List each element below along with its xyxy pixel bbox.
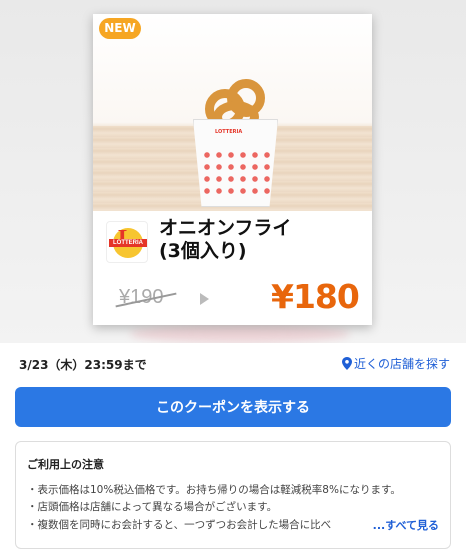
show-coupon-button[interactable]: このクーポンを表示する	[15, 387, 451, 427]
coupon-details: 3/23（木）23:59まで 近くの店舗を探す このクーポンを表示する ご利用上…	[0, 343, 466, 559]
coupon-hero: LOTTERIA NEW L LOTTERIA オニオンフライ (3個入り) ¥…	[0, 0, 466, 343]
new-badge: NEW	[99, 18, 141, 39]
note-line: ・表示価格は10%税込価格です。お持ち帰りの場合は軽減税率8%になります。	[27, 484, 401, 496]
coupon-card[interactable]: LOTTERIA NEW L LOTTERIA オニオンフライ (3個入り) ¥…	[93, 14, 372, 325]
cup-pattern	[201, 149, 271, 199]
deadline-text: 3/23（木）23:59まで	[19, 358, 147, 372]
hero-reflection	[130, 325, 350, 343]
onion-ring-cup: LOTTERIA	[193, 79, 278, 207]
find-store-link[interactable]: 近くの店舗を探す	[341, 355, 450, 372]
cup-brand-text: LOTTERIA	[215, 129, 243, 135]
note-line: ・店頭価格は店舗によって異なる場合がございます。	[27, 501, 278, 513]
new-price: ¥180	[271, 277, 360, 316]
logo-text: LOTTERIA	[109, 239, 147, 247]
product-name: オニオンフライ (3個入り)	[159, 217, 292, 262]
lotteria-logo: L LOTTERIA	[106, 221, 148, 263]
coupon-info: L LOTTERIA オニオンフライ (3個入り) ¥190 ¥180	[93, 211, 372, 325]
find-store-label: 近くの店舗を探す	[353, 357, 450, 371]
usage-notes: ご利用上の注意 ・表示価格は10%税込価格です。お持ち帰りの場合は軽減税率8%に…	[15, 441, 451, 549]
arrow-right-icon	[200, 293, 209, 305]
notes-title: ご利用上の注意	[27, 458, 104, 471]
map-pin-icon	[341, 357, 352, 370]
see-all-link[interactable]: ...すべて見る	[370, 517, 439, 533]
note-line: ・複数個を同時にお会計すると、一つずつお会計した場合に比べ	[27, 519, 332, 531]
product-photo: LOTTERIA NEW	[93, 14, 372, 211]
